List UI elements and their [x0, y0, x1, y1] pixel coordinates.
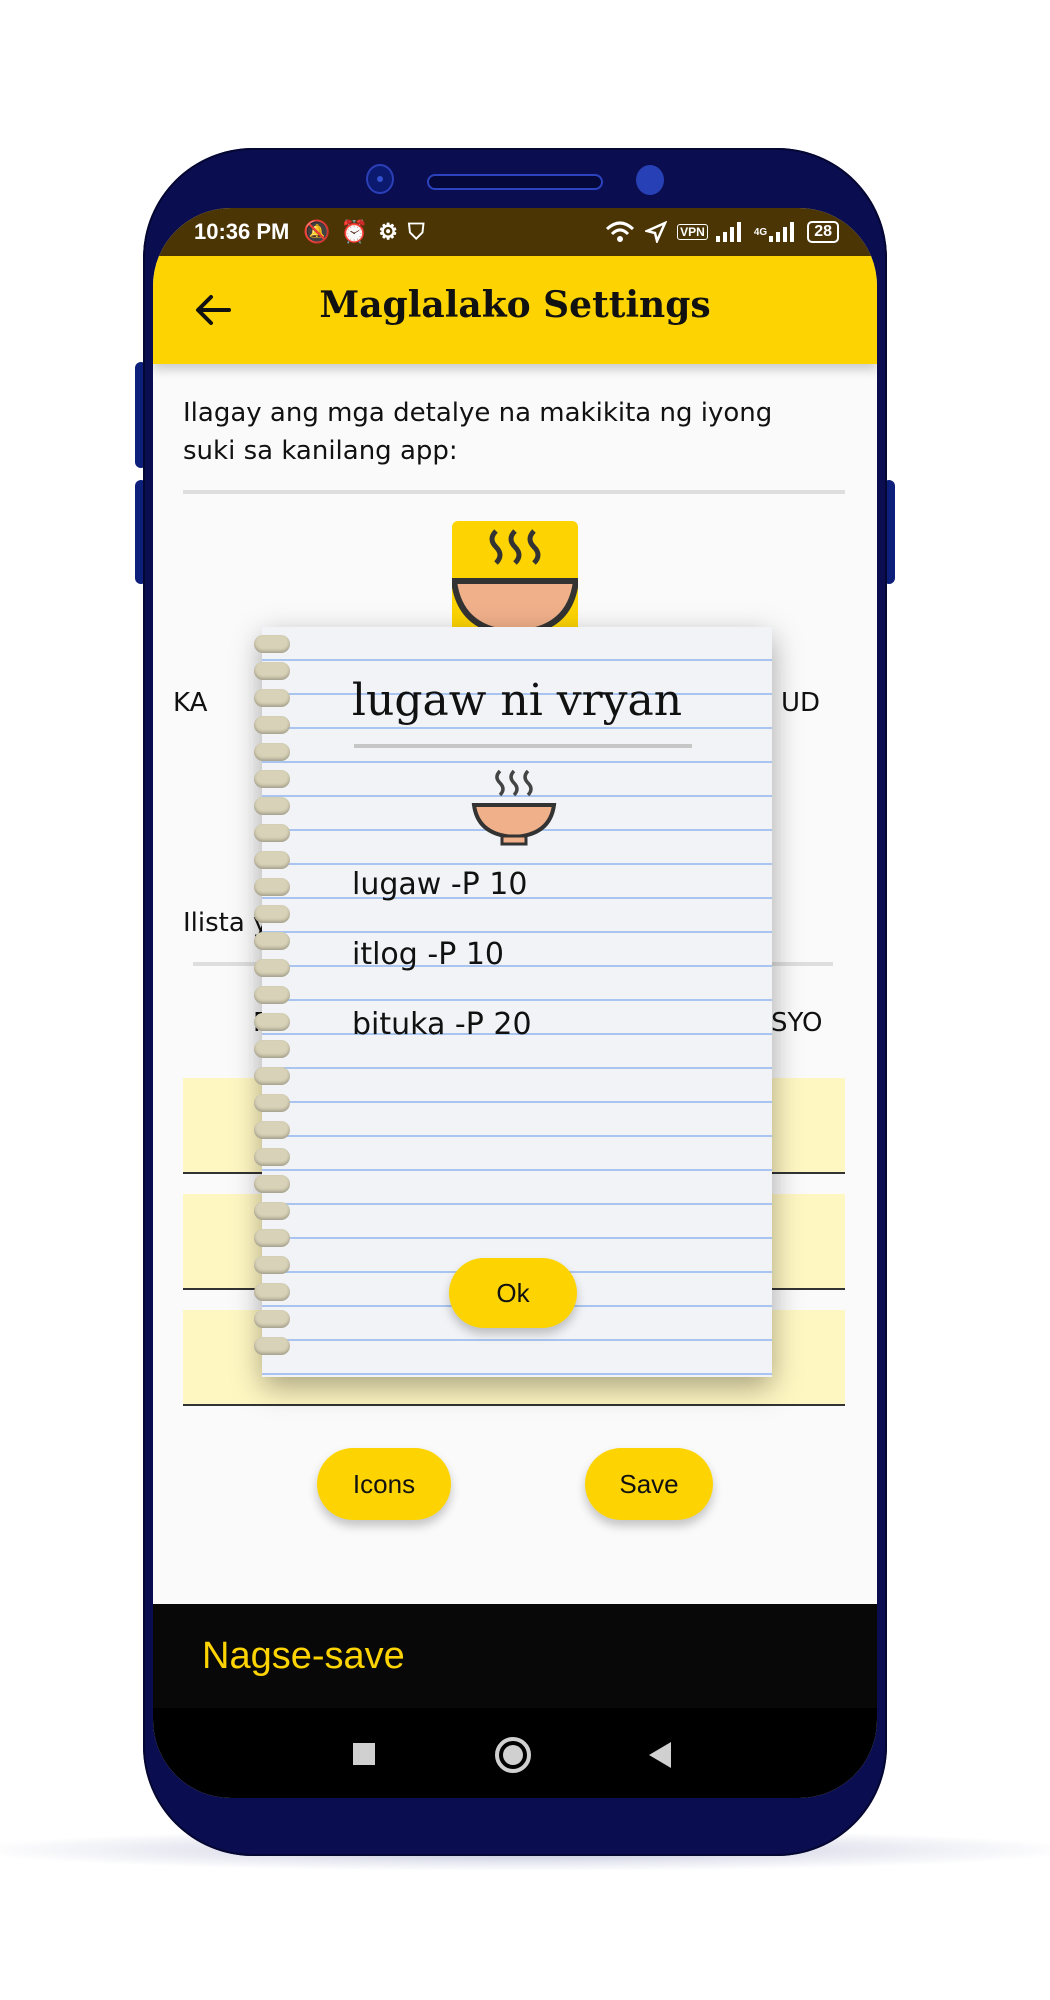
notebook-hole: [254, 770, 290, 788]
snackbar: Nagse-save: [153, 1604, 877, 1708]
dialog-menu-item: itlog -P 10: [352, 937, 504, 972]
notebook-hole: [254, 878, 290, 896]
partial-label-right: UD: [781, 688, 821, 718]
partial-label-left: KA: [173, 688, 208, 718]
notebook-hole: [254, 905, 290, 923]
front-camera: [366, 164, 394, 194]
page-title: Maglalako Settings: [319, 284, 711, 326]
notebook-hole: [254, 959, 290, 977]
dialog-title: lugaw ni vryan: [351, 675, 683, 726]
notebook-hole: [254, 1175, 290, 1193]
status-bar: 10:36 PM 🔕 ⏰ ⚙ ⛉ VPN 4G 28: [153, 208, 877, 256]
preview-dialog: lugaw ni vryan lugaw -P 10 itlog -P 10 b…: [254, 627, 772, 1377]
dialog-divider: [354, 744, 692, 748]
signal-4g-icon: [769, 222, 795, 242]
shield-icon: ⛉: [407, 219, 425, 244]
alarm-icon: ⏰: [340, 219, 369, 244]
notebook-hole: [254, 1283, 290, 1301]
gear-icon: ⚙: [378, 219, 398, 244]
notebook-hole: [254, 1040, 290, 1058]
shop-logo-button[interactable]: [450, 521, 580, 637]
notebook-hole: [254, 1121, 290, 1139]
notebook-hole: [254, 1067, 290, 1085]
network-type: 4G: [753, 226, 768, 238]
notebook-hole: [254, 932, 290, 950]
intro-text: Ilagay ang mga detalye na makikita ng iy…: [183, 398, 773, 466]
home-button[interactable]: [495, 1737, 531, 1773]
partial-label-right: SYO: [771, 1008, 823, 1038]
save-button[interactable]: Save: [585, 1448, 713, 1520]
notebook-hole: [254, 743, 290, 761]
dialog-menu-item: bituka -P 20: [352, 1007, 532, 1042]
ok-button[interactable]: Ok: [449, 1258, 577, 1328]
app-bar: Maglalako Settings: [153, 256, 877, 364]
bowl-icon: [450, 529, 580, 637]
notebook-hole: [254, 1256, 290, 1274]
notebook-hole: [254, 824, 290, 842]
divider: [183, 490, 845, 494]
notebook-hole: [254, 1148, 290, 1166]
back-button[interactable]: [649, 1742, 671, 1768]
vpn-badge: VPN: [677, 224, 708, 240]
notebook-hole: [254, 1337, 290, 1355]
bowl-icon: [471, 769, 557, 846]
bell-off-icon: 🔕: [303, 219, 331, 244]
notebook-holes: [254, 635, 294, 1365]
battery-indicator: 28: [807, 221, 839, 243]
notebook-hole: [254, 1310, 290, 1328]
notebook-hole: [254, 635, 290, 653]
icons-button[interactable]: Icons: [317, 1448, 451, 1520]
notebook-hole: [254, 797, 290, 815]
notebook-hole: [254, 851, 290, 869]
signal-icon: [715, 222, 741, 242]
earpiece-speaker: [427, 174, 603, 190]
proximity-sensor: [636, 165, 664, 195]
notebook-hole: [254, 1229, 290, 1247]
wifi-icon: [606, 221, 635, 242]
notebook-hole: [254, 1202, 290, 1220]
location-arrow-icon: [645, 221, 668, 243]
status-time: 10:36 PM: [194, 219, 290, 244]
notebook-hole: [254, 1094, 290, 1112]
snackbar-message: Nagse-save: [202, 1634, 405, 1677]
system-nav-bar: [153, 1708, 877, 1798]
recents-button[interactable]: [353, 1743, 375, 1765]
notebook-hole: [254, 1013, 290, 1031]
dialog-menu-item: lugaw -P 10: [352, 867, 528, 902]
notebook-hole: [254, 986, 290, 1004]
